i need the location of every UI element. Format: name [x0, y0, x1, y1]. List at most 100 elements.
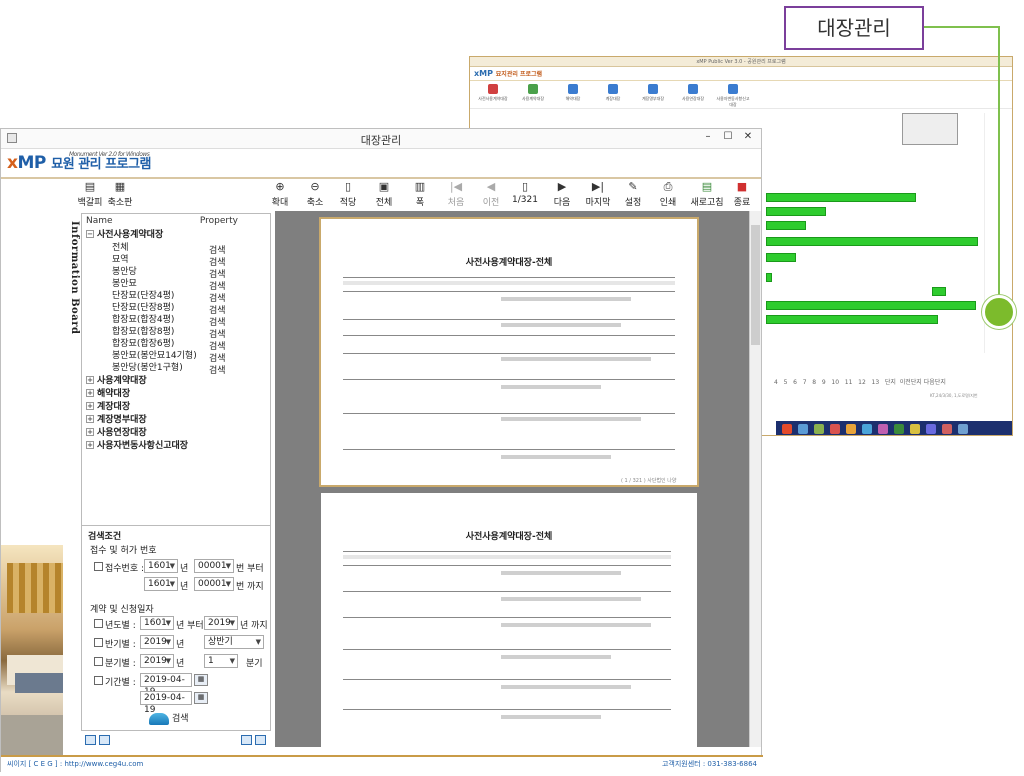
- map-row[interactable]: [766, 207, 826, 216]
- background-taskbar: [776, 421, 1012, 435]
- period-to-date[interactable]: 2019-04-19: [140, 691, 192, 715]
- collapse-icon[interactable]: −: [86, 230, 94, 238]
- map-row[interactable]: [766, 221, 806, 230]
- bookmark-back-button[interactable]: ▤ 백갈피: [75, 179, 105, 209]
- bg-tool-3[interactable]: 해약대장: [556, 83, 590, 106]
- tree-item[interactable]: 봉안묘: [112, 279, 137, 290]
- receipt-year-to-select[interactable]: 1601 ▼: [144, 577, 178, 591]
- period-checkbox[interactable]: [94, 676, 103, 685]
- tree-item[interactable]: 합장묘(합장4평): [112, 315, 174, 326]
- fit-page-button[interactable]: ▯ 적당: [333, 179, 363, 209]
- print-button[interactable]: ⎙ 인쇄: [653, 179, 683, 209]
- half-year-select[interactable]: 2019 ▼: [140, 635, 174, 649]
- receipt-no-from-select[interactable]: 00001 ▼: [194, 559, 234, 573]
- bg-tool-7[interactable]: 사용자변동사항신고대장: [716, 83, 750, 107]
- next-page-button[interactable]: ▶ 다음: [547, 179, 577, 209]
- first-page-icon: |◀: [449, 180, 463, 193]
- company-link[interactable]: 씨이지 [ C E G ] : http://www.ceg4u.com: [7, 759, 143, 769]
- tree-group[interactable]: + 사용연장대장: [86, 428, 147, 439]
- tree-root[interactable]: − 사전사용계약대장: [86, 230, 163, 241]
- map-row[interactable]: [766, 301, 976, 310]
- thumbnail-button[interactable]: ▦ 축소판: [105, 179, 135, 209]
- zoom-in-icon: ⊕: [275, 180, 285, 193]
- chevron-down-icon: ▼: [229, 657, 235, 665]
- tree-item[interactable]: 묘역: [112, 255, 129, 266]
- calendar-icon[interactable]: ▦: [194, 674, 208, 686]
- app-logo: xMP 묘원 관리 프로그램 Monument Ver 2.0 for Wind…: [7, 151, 152, 173]
- exit-button[interactable]: ■ 종료: [727, 179, 757, 209]
- fit-width-button[interactable]: ▥ 폭: [405, 179, 435, 209]
- tree-item[interactable]: 합장묘(합장6평): [112, 339, 174, 350]
- small-tool-icon[interactable]: [255, 735, 266, 745]
- calendar-icon[interactable]: ▦: [194, 692, 208, 704]
- close-button[interactable]: ✕: [737, 131, 759, 145]
- map-row[interactable]: [766, 315, 938, 324]
- quarter-year-select[interactable]: 2019 ▼: [140, 654, 174, 668]
- refresh-button[interactable]: ▤ 새로고침: [689, 179, 725, 209]
- first-page-button[interactable]: |◀ 처음: [441, 179, 471, 209]
- receipt-no-to-select[interactable]: 00001 ▼: [194, 577, 234, 591]
- preview-scrollbar[interactable]: [749, 211, 761, 747]
- tree-item-prop[interactable]: 검색: [209, 363, 226, 376]
- settings-button[interactable]: ✎ 설정: [618, 179, 648, 209]
- quarter-checkbox[interactable]: [94, 657, 103, 666]
- bg-footnote: KT,24/3/30, 1,도로명/지번: [930, 393, 978, 398]
- search-section-number: 접수 및 허가 번호: [90, 546, 157, 556]
- year-to-select[interactable]: 2019 ▼: [204, 616, 238, 630]
- receipt-year-from-select[interactable]: 1601 ▼: [144, 559, 178, 573]
- year-from-select[interactable]: 1601 ▼: [140, 616, 174, 630]
- expand-icon[interactable]: +: [86, 376, 94, 384]
- tree-item[interactable]: 전체: [112, 243, 129, 254]
- map-row[interactable]: [766, 193, 916, 202]
- quarter-label: 분기별 :: [105, 659, 136, 669]
- bg-tool-2[interactable]: 사용계약대장: [516, 83, 550, 106]
- expand-icon[interactable]: +: [86, 402, 94, 410]
- expand-icon[interactable]: +: [86, 441, 94, 449]
- half-checkbox[interactable]: [94, 638, 103, 647]
- tree-item[interactable]: 합장묘(합장8평): [112, 327, 174, 338]
- scrollbar-thumb[interactable]: [751, 225, 760, 345]
- half-select[interactable]: 상반기 ▼: [204, 635, 264, 649]
- unit-label: 번 까지: [236, 582, 264, 592]
- tree-item[interactable]: 단장묘(단장4평): [112, 291, 174, 302]
- report-preview[interactable]: 사전사용계약대장-전체 ( 1 / 321 ) 사단법인 나양 사전사용계약대장…: [275, 211, 749, 747]
- small-tool-icon[interactable]: [241, 735, 252, 745]
- map-row[interactable]: [766, 253, 796, 262]
- zoom-out-button[interactable]: ⊖ 축소: [300, 179, 330, 209]
- bg-tool-4[interactable]: 계장대장: [596, 83, 630, 106]
- quarter-select[interactable]: 1 ▼: [204, 654, 238, 668]
- bg-tool-1[interactable]: 사전사용계약대장: [476, 83, 510, 106]
- tree-group[interactable]: + 계장명부대장: [86, 415, 147, 426]
- last-page-button[interactable]: ▶| 마지막: [583, 179, 613, 209]
- tree-group[interactable]: + 계장대장: [86, 402, 130, 413]
- small-tool-icon[interactable]: [85, 735, 96, 745]
- map-row[interactable]: [932, 287, 946, 296]
- expand-icon[interactable]: +: [86, 428, 94, 436]
- chevron-down-icon: ▼: [225, 580, 231, 588]
- minimize-button[interactable]: –: [697, 131, 719, 145]
- map-row[interactable]: [766, 237, 978, 246]
- year-checkbox[interactable]: [94, 619, 103, 628]
- tree-item[interactable]: 단장묘(단장8평): [112, 303, 174, 314]
- page-indicator[interactable]: ▯ 1/321: [510, 179, 540, 209]
- unit-label: 년 까지: [240, 621, 268, 631]
- zoom-in-button[interactable]: ⊕ 확대: [265, 179, 295, 209]
- period-from-date[interactable]: 2019-04-19: [140, 673, 192, 697]
- expand-icon[interactable]: +: [86, 389, 94, 397]
- tree-item[interactable]: 봉안당: [112, 267, 137, 278]
- tree-group[interactable]: + 사용자변동사항신고대장: [86, 441, 188, 452]
- tree-group[interactable]: + 해약대장: [86, 389, 130, 400]
- bg-tool-5[interactable]: 계장명부대장: [636, 83, 670, 106]
- expand-icon[interactable]: +: [86, 415, 94, 423]
- small-tool-icon[interactable]: [99, 735, 110, 745]
- map-row[interactable]: [766, 273, 772, 282]
- maximize-button[interactable]: ☐: [717, 131, 739, 145]
- search-button[interactable]: 검색: [149, 711, 199, 729]
- tree-group[interactable]: + 사용계약대장: [86, 376, 147, 387]
- prev-page-button[interactable]: ◀ 이전: [476, 179, 506, 209]
- receipt-number-checkbox[interactable]: [94, 562, 103, 571]
- tree-item[interactable]: 봉안당(봉안1구형): [112, 363, 183, 374]
- whole-page-button[interactable]: ▣ 전체: [369, 179, 399, 209]
- tree-item[interactable]: 봉안묘(봉안묘14기형): [112, 351, 197, 362]
- bg-tool-6[interactable]: 사용연장대장: [676, 83, 710, 106]
